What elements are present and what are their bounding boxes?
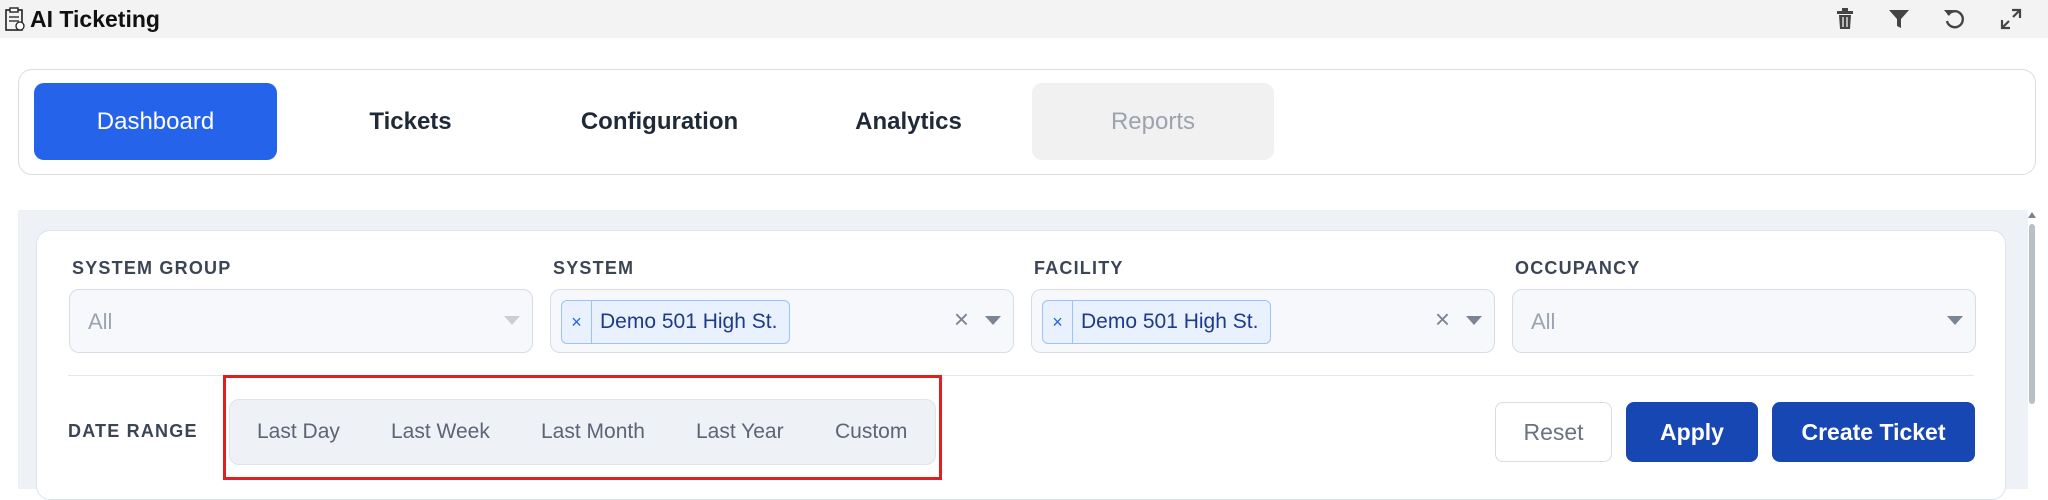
tab-tickets[interactable]: Tickets — [289, 83, 532, 160]
date-range-label: DATE RANGE — [68, 421, 198, 441]
clear-icon[interactable]: × — [1435, 306, 1450, 332]
system-chip-label: Demo 501 High St. — [600, 310, 778, 333]
tab-configuration[interactable]: Configuration — [538, 83, 781, 160]
tab-reports: Reports — [1032, 83, 1274, 160]
occupancy-placeholder: All — [1531, 309, 1556, 334]
chevron-down-icon[interactable] — [1466, 316, 1482, 325]
app-title: AI Ticketing — [30, 6, 160, 32]
occupancy-select[interactable]: All — [1512, 289, 1976, 353]
chevron-down-icon[interactable] — [1947, 316, 1963, 325]
chip-remove-icon[interactable]: × — [562, 301, 592, 343]
expand-icon[interactable] — [1998, 6, 2024, 32]
reset-button[interactable]: Reset — [1495, 402, 1612, 462]
system-label: SYSTEM — [553, 258, 635, 278]
facility-label: FACILITY — [1034, 258, 1124, 278]
facility-chip: × Demo 501 High St. — [1042, 300, 1272, 344]
facility-chip-label: Demo 501 High St. — [1081, 310, 1259, 333]
clear-icon[interactable]: × — [954, 306, 969, 332]
chip-remove-icon[interactable]: × — [1043, 301, 1073, 343]
system-group-placeholder: All — [88, 309, 113, 334]
refresh-icon[interactable] — [1942, 6, 1968, 32]
app-clipboard-icon — [4, 6, 26, 31]
system-group-label: SYSTEM GROUP — [72, 258, 232, 278]
system-select[interactable]: × Demo 501 High St. × — [550, 289, 1014, 353]
scrollbar-thumb[interactable] — [2029, 224, 2035, 404]
chevron-down-icon[interactable] — [504, 316, 520, 325]
apply-button[interactable]: Apply — [1626, 402, 1758, 462]
system-group-select[interactable]: All — [69, 289, 533, 353]
title-bar: AI Ticketing — [0, 0, 2048, 38]
system-chip: × Demo 501 High St. — [561, 300, 791, 344]
trash-icon[interactable] — [1832, 6, 1858, 32]
chevron-down-icon[interactable] — [985, 316, 1001, 325]
facility-select[interactable]: × Demo 501 High St. × — [1031, 289, 1495, 353]
scroll-up-icon[interactable] — [2028, 212, 2036, 218]
create-ticket-button[interactable]: Create Ticket — [1772, 402, 1975, 462]
tab-dashboard[interactable]: Dashboard — [34, 83, 277, 160]
filter-icon[interactable] — [1886, 6, 1912, 32]
occupancy-label: OCCUPANCY — [1515, 258, 1641, 278]
tab-analytics[interactable]: Analytics — [787, 83, 1030, 160]
highlight-box — [223, 375, 942, 480]
nav-tabs-card: Dashboard Tickets Configuration Analytic… — [18, 69, 2036, 175]
vertical-scrollbar[interactable] — [2026, 210, 2038, 489]
